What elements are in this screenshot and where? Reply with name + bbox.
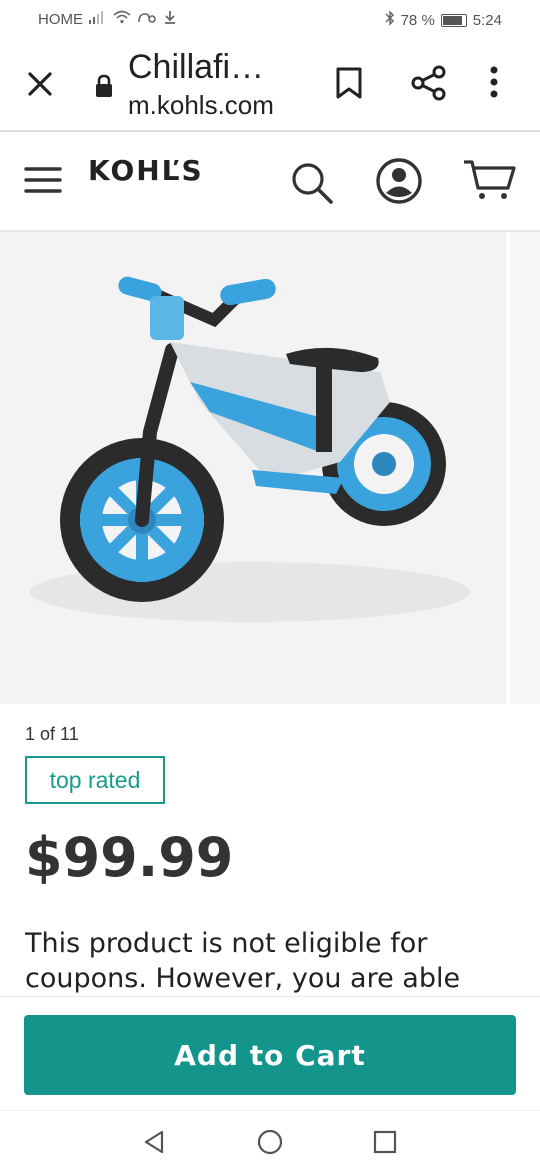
menu-icon[interactable] <box>24 166 62 198</box>
battery-fill <box>442 15 462 25</box>
cart-icon[interactable] <box>462 158 518 206</box>
system-nav-bar <box>0 1110 540 1171</box>
top-rated-badge: top rated <box>25 756 165 804</box>
data-icon <box>137 10 157 28</box>
home-icon[interactable] <box>257 1129 283 1159</box>
status-right: 78 % 5:24 <box>385 10 502 30</box>
browser-toolbar: Chillafi… m.kohls.com <box>0 36 540 130</box>
tab-title: Chillafi… <box>128 48 265 86</box>
next-image-peek[interactable] <box>510 232 540 704</box>
status-bar: HOME 78 % 5:24 <box>0 0 540 36</box>
kohls-logo[interactable]: KOHĽS <box>88 154 204 187</box>
battery-percent: 78 % <box>400 11 435 29</box>
add-to-cart-button[interactable]: Add to Cart <box>24 1015 516 1095</box>
image-counter: 1 of 11 <box>25 724 79 744</box>
add-to-cart-bar: Add to Cart <box>0 996 540 1111</box>
account-icon[interactable] <box>374 156 424 210</box>
balance-bike-illustration <box>30 276 470 622</box>
clock: 5:24 <box>472 11 502 29</box>
recents-icon[interactable] <box>372 1129 398 1159</box>
product-image[interactable] <box>0 232 506 704</box>
status-left: HOME <box>38 10 177 28</box>
carrier-label: HOME <box>38 10 83 28</box>
download-icon <box>163 10 177 28</box>
tab-url: m.kohls.com <box>128 90 274 120</box>
lock-icon <box>94 74 114 102</box>
battery-icon <box>440 13 467 27</box>
back-icon[interactable] <box>142 1129 168 1159</box>
signal-icon <box>89 10 107 28</box>
bookmark-icon[interactable] <box>334 66 364 104</box>
bluetooth-icon <box>385 10 395 30</box>
close-icon[interactable] <box>22 66 58 106</box>
product-price: $99.99 <box>25 826 234 889</box>
wifi-icon <box>113 10 131 28</box>
coupon-notice: This product is not eligible for coupons… <box>25 928 461 994</box>
more-options-icon[interactable] <box>488 64 500 104</box>
search-icon[interactable] <box>290 160 334 208</box>
site-header: KOHĽS <box>0 132 540 230</box>
share-icon[interactable] <box>410 64 448 106</box>
